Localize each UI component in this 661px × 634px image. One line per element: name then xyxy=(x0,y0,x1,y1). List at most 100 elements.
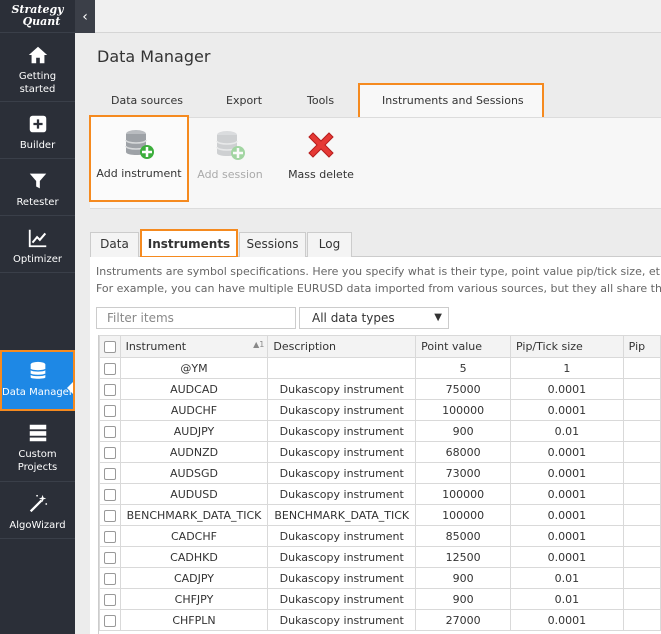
cell-pip xyxy=(622,525,661,547)
tab-data[interactable]: Data xyxy=(90,232,139,257)
collapse-sidebar-button[interactable]: ‹ xyxy=(75,0,95,33)
sidebar-item-data-manager[interactable]: Data Manager xyxy=(0,350,75,411)
row-checkbox[interactable] xyxy=(103,572,116,585)
row-checkbox[interactable] xyxy=(103,509,116,522)
row-checkbox-cell[interactable] xyxy=(99,588,121,610)
table-row[interactable]: AUDJPY Dukascopy instrument 900 0.01 xyxy=(99,420,661,442)
table-row[interactable]: AUDCHF Dukascopy instrument 100000 0.0001 xyxy=(99,399,661,421)
cell-point-value: 27000 xyxy=(415,609,511,631)
row-checkbox[interactable] xyxy=(103,404,116,417)
column-header-pip[interactable]: Pip xyxy=(622,335,661,358)
cell-point-value: 68000 xyxy=(415,441,511,463)
cell-instrument: AUDSGD xyxy=(119,462,269,484)
sidebar-item-label: AlgoWizard xyxy=(9,520,66,531)
tab-sessions[interactable]: Sessions xyxy=(239,232,306,257)
info-text-line1: Instruments are symbol specifications. H… xyxy=(96,265,660,278)
row-checkbox[interactable] xyxy=(103,467,116,480)
database-icon xyxy=(29,361,46,379)
cell-description: BENCHMARK_DATA_TICK xyxy=(267,504,417,526)
add-session-button[interactable]: Add session xyxy=(195,118,265,181)
sidebar-item-builder[interactable]: Builder xyxy=(0,103,75,159)
database-add-icon xyxy=(125,130,154,159)
cell-point-value: 73000 xyxy=(415,462,511,484)
cell-instrument: BENCHMARK_DATA_TICK xyxy=(119,504,269,526)
row-checkbox-cell[interactable] xyxy=(99,525,121,547)
row-checkbox[interactable] xyxy=(103,362,116,375)
tab-data-sources[interactable]: Data sources xyxy=(111,85,183,117)
row-checkbox[interactable] xyxy=(103,614,116,627)
table-row[interactable]: AUDNZD Dukascopy instrument 68000 0.0001 xyxy=(99,441,661,463)
cell-pip xyxy=(622,462,661,484)
sidebar-item-algowizard[interactable]: AlgoWizard xyxy=(0,483,75,539)
magic-wand-icon xyxy=(29,494,47,513)
chevron-left-icon: ‹ xyxy=(82,8,88,25)
cell-pip-tick-size: 0.01 xyxy=(510,567,624,589)
sidebar-item-getting-started[interactable]: Getting started xyxy=(0,34,75,102)
cell-pip-tick-size: 0.0001 xyxy=(510,609,624,631)
row-checkbox[interactable] xyxy=(103,425,116,438)
data-type-select[interactable]: All data types ▼ xyxy=(299,307,449,329)
sidebar-item-custom-projects[interactable]: Custom Projects xyxy=(0,412,75,482)
tab-instruments-and-sessions[interactable]: Instruments and Sessions xyxy=(358,83,544,119)
sidebar-item-optimizer[interactable]: Optimizer xyxy=(0,217,75,273)
cell-description: Dukascopy instrument xyxy=(267,483,417,505)
row-checkbox[interactable] xyxy=(103,383,116,396)
cell-point-value: 100000 xyxy=(415,399,511,421)
cell-point-value: 900 xyxy=(415,588,511,610)
cell-point-value: 900 xyxy=(415,420,511,442)
tab-instruments[interactable]: Instruments xyxy=(140,229,238,258)
table-row[interactable]: CHFJPY Dukascopy instrument 900 0.01 xyxy=(99,588,661,610)
filter-icon xyxy=(29,173,46,189)
row-checkbox[interactable] xyxy=(103,593,116,606)
cell-description: Dukascopy instrument xyxy=(267,588,417,610)
row-checkbox[interactable] xyxy=(103,446,116,459)
tab-tools[interactable]: Tools xyxy=(307,85,334,117)
column-header-instrument[interactable]: Instrument ▲1 xyxy=(119,335,269,358)
sidebar-item-label: Optimizer xyxy=(13,254,62,265)
cell-pip-tick-size: 0.0001 xyxy=(510,378,624,400)
cell-pip-tick-size: 0.01 xyxy=(510,420,624,442)
table-row[interactable]: @YM 5 1 xyxy=(99,357,661,379)
row-checkbox-cell[interactable] xyxy=(99,420,121,442)
select-all-checkbox-cell[interactable] xyxy=(99,335,121,358)
row-checkbox-cell[interactable] xyxy=(99,483,121,505)
tab-log[interactable]: Log xyxy=(307,232,352,257)
row-checkbox-cell[interactable] xyxy=(99,462,121,484)
table-row[interactable]: CADHKD Dukascopy instrument 12500 0.0001 xyxy=(99,546,661,568)
table-row[interactable]: CADJPY Dukascopy instrument 900 0.01 xyxy=(99,567,661,589)
column-header-point-value[interactable]: Point value xyxy=(415,335,511,358)
sidebar-item-retester[interactable]: Retester xyxy=(0,160,75,216)
filter-input[interactable] xyxy=(96,307,296,329)
select-all-checkbox[interactable] xyxy=(103,341,116,353)
add-instrument-button[interactable]: Add instrument xyxy=(89,115,189,202)
mass-delete-button[interactable]: Mass delete xyxy=(286,118,356,181)
column-header-description[interactable]: Description xyxy=(267,335,417,358)
table-row[interactable]: CADCHF Dukascopy instrument 85000 0.0001 xyxy=(99,525,661,547)
cell-instrument: @YM xyxy=(119,357,269,379)
cell-description xyxy=(267,357,417,379)
row-checkbox-cell[interactable] xyxy=(99,378,121,400)
tab-export[interactable]: Export xyxy=(226,85,262,117)
table-row[interactable]: AUDCAD Dukascopy instrument 75000 0.0001 xyxy=(99,378,661,400)
row-checkbox-cell[interactable] xyxy=(99,546,121,568)
row-checkbox-cell[interactable] xyxy=(99,567,121,589)
row-checkbox-cell[interactable] xyxy=(99,357,121,379)
table-row[interactable]: AUDUSD Dukascopy instrument 100000 0.0001 xyxy=(99,483,661,505)
row-checkbox-cell[interactable] xyxy=(99,609,121,631)
row-checkbox[interactable] xyxy=(103,530,116,543)
instruments-panel: Instruments are symbol specifications. H… xyxy=(90,257,661,634)
cell-instrument: AUDCHF xyxy=(119,399,269,421)
add-instrument-label: Add instrument xyxy=(96,167,182,180)
table-row[interactable]: AUDSGD Dukascopy instrument 73000 0.0001 xyxy=(99,462,661,484)
table-row[interactable]: CHFPLN Dukascopy instrument 27000 0.0001 xyxy=(99,609,661,631)
plus-square-icon xyxy=(29,115,46,133)
column-header-pip-tick-size[interactable]: Pip/Tick size xyxy=(510,335,624,358)
row-checkbox-cell[interactable] xyxy=(99,399,121,421)
row-checkbox-cell[interactable] xyxy=(99,441,121,463)
table-row[interactable]: BENCHMARK_DATA_TICK BENCHMARK_DATA_TICK 10… xyxy=(99,504,661,526)
row-checkbox-cell[interactable] xyxy=(99,504,121,526)
cell-point-value: 85000 xyxy=(415,525,511,547)
cell-point-value: 5 xyxy=(415,357,511,379)
row-checkbox[interactable] xyxy=(103,488,116,501)
row-checkbox[interactable] xyxy=(103,551,116,564)
